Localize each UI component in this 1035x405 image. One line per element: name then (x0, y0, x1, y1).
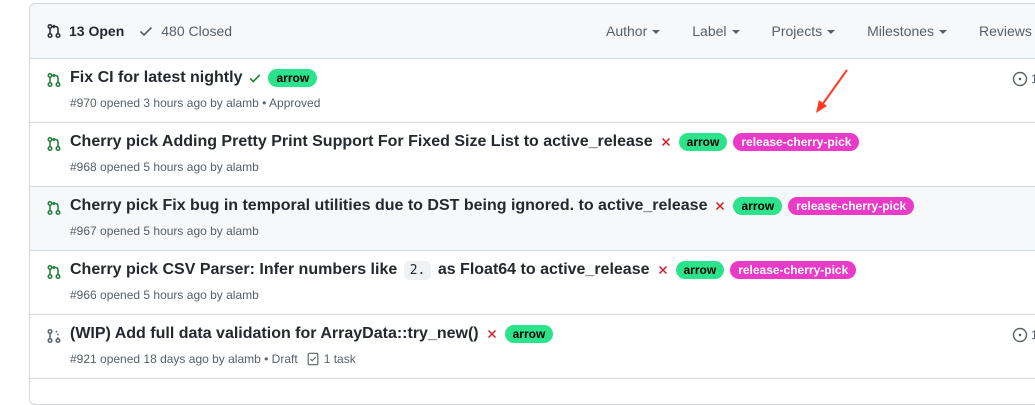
checks-passed-icon[interactable] (248, 71, 262, 85)
pull-request-row: Cherry pick CSV Parser: Infer numbers li… (30, 251, 1035, 315)
title-line: Cherry pick Fix bug in temporal utilitie… (70, 197, 915, 215)
milestones-filter[interactable]: Milestones (867, 23, 948, 39)
title-line: (WIP) Add full data validation for Array… (70, 325, 554, 343)
checks-failed-icon[interactable] (659, 135, 673, 149)
reviews-filter-label: Reviews (979, 23, 1032, 39)
pull-request-icon (47, 136, 61, 152)
pull-request-meta: #970 opened 3 hours ago by alamb • Appro… (70, 96, 321, 110)
inline-code: 2. (403, 261, 432, 280)
pull-request-meta: #968 opened 5 hours ago by alamb (70, 160, 259, 174)
caret-down-icon (827, 30, 836, 34)
pull-request-title[interactable]: Cherry pick Fix bug in temporal utilitie… (70, 197, 707, 215)
title-line: Fix CI for latest nightly arrow (70, 69, 318, 87)
pull-request-title[interactable]: Fix CI for latest nightly (70, 69, 242, 87)
label-release-cherry-pick[interactable]: release-cherry-pick (730, 261, 857, 279)
pull-request-meta: #966 opened 5 hours ago by alamb (70, 288, 259, 302)
pull-request-icon (47, 264, 61, 280)
checks-failed-icon[interactable] (713, 199, 727, 213)
pull-request-title[interactable]: Cherry pick Adding Pretty Print Support … (70, 133, 653, 151)
comment-icon (1012, 71, 1028, 87)
closed-filter[interactable]: 480 Closed (138, 23, 232, 39)
pull-request-title[interactable]: Cherry pick CSV Parser: Infer numbers li… (70, 261, 650, 280)
label-arrow[interactable]: arrow (675, 261, 725, 279)
open-filter[interactable]: 13 Open (46, 23, 124, 39)
caret-down-icon (652, 30, 661, 34)
label-arrow[interactable]: arrow (678, 133, 728, 151)
pull-request-row: (WIP) Add full data validation for Array… (30, 315, 1035, 379)
author-filter-label: Author (606, 23, 648, 39)
comment-icon (1012, 327, 1028, 343)
draft-pull-request-icon (47, 328, 61, 344)
comment-count[interactable]: 1 (1012, 327, 1035, 343)
filter-bar: Author Label Projects Milestones Reviews (606, 4, 1035, 58)
label-arrow[interactable]: arrow (268, 69, 318, 87)
checks-failed-icon[interactable] (485, 327, 499, 341)
label-arrow[interactable]: arrow (504, 325, 554, 343)
author-filter[interactable]: Author (606, 23, 661, 39)
pull-request-list: 13 Open 480 Closed Author Label Projects… (29, 3, 1035, 405)
pull-request-row: Fix CI for latest nightly arrow #970 open… (30, 59, 1035, 123)
pull-request-rows: Fix CI for latest nightly arrow #970 open… (30, 59, 1035, 379)
caret-down-icon (939, 30, 948, 34)
pull-request-icon (47, 72, 61, 88)
pull-request-meta: #921 opened 18 days ago by alamb • Draft… (70, 352, 356, 366)
closed-count: 480 Closed (161, 23, 233, 39)
check-icon (140, 26, 153, 37)
caret-down-icon (731, 30, 740, 34)
reviews-filter[interactable]: Reviews (979, 23, 1035, 39)
checks-failed-icon[interactable] (656, 263, 670, 277)
label-release-cherry-pick[interactable]: release-cherry-pick (733, 133, 860, 151)
label-release-cherry-pick[interactable]: release-cherry-pick (788, 197, 915, 215)
projects-filter-label: Projects (771, 23, 823, 39)
label-arrow[interactable]: arrow (733, 197, 783, 215)
state-toggle: 13 Open 480 Closed (46, 4, 232, 58)
label-filter-label: Label (692, 23, 727, 39)
pull-request-row: Cherry pick Adding Pretty Print Support … (30, 123, 1035, 187)
label-filter[interactable]: Label (692, 23, 740, 39)
pull-request-meta: #967 opened 5 hours ago by alamb (70, 224, 259, 238)
milestones-filter-label: Milestones (867, 23, 935, 39)
pull-request-row: Cherry pick Fix bug in temporal utilitie… (30, 187, 1035, 251)
pull-request-icon (47, 23, 61, 39)
title-line: Cherry pick CSV Parser: Infer numbers li… (70, 261, 857, 280)
task-progress[interactable]: 1 task (306, 352, 356, 366)
open-count: 13 Open (69, 23, 125, 39)
list-header: 13 Open 480 Closed Author Label Projects… (30, 4, 1035, 59)
title-line: Cherry pick Adding Pretty Print Support … (70, 133, 860, 151)
comment-count[interactable]: 1 (1012, 71, 1035, 87)
projects-filter[interactable]: Projects (772, 23, 836, 39)
tasklist-icon (307, 352, 319, 366)
pull-request-title[interactable]: (WIP) Add full data validation for Array… (70, 325, 479, 343)
pull-request-icon (47, 200, 61, 216)
